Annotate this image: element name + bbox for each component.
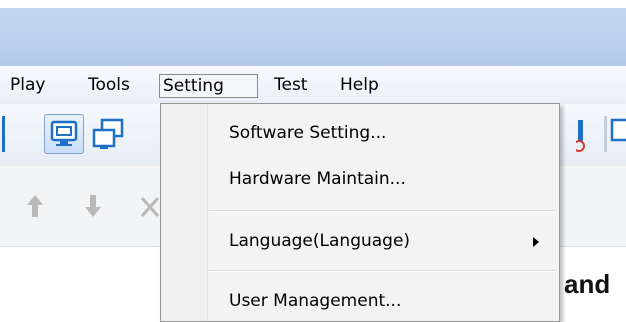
window-button[interactable]: [88, 114, 128, 154]
title-bar: [0, 0, 626, 66]
display-icon: [50, 120, 78, 146]
toolbar-separator-icon: [604, 116, 607, 152]
menu-item-language-label: Language(Language): [229, 231, 411, 251]
menu-tools[interactable]: Tools: [84, 74, 134, 98]
stop-icon: [573, 120, 585, 152]
config-icon: [610, 118, 626, 142]
menu-item-software-setting[interactable]: Software Setting...: [207, 116, 559, 150]
menu-play[interactable]: Play: [6, 74, 49, 98]
menu-setting[interactable]: Setting: [159, 74, 258, 98]
stop-button[interactable]: [573, 118, 598, 152]
separator-icon: [2, 116, 5, 152]
window-icon: [92, 118, 124, 149]
menu-item-user-management[interactable]: User Management...: [207, 284, 559, 318]
display-button[interactable]: [44, 114, 84, 154]
window-top-edge: [0, 0, 626, 8]
menu-bar: Play Tools Setting Test Help: [0, 66, 626, 105]
menu-test[interactable]: Test: [270, 74, 311, 98]
content-heading: and: [564, 269, 611, 299]
menu-separator: [209, 270, 555, 272]
setting-dropdown-menu: Software Setting... Hardware Maintain...…: [160, 103, 560, 322]
arrow-up-icon[interactable]: [26, 194, 44, 218]
menu-separator: [209, 210, 555, 212]
submenu-arrow-icon: [533, 237, 539, 247]
config-button[interactable]: [610, 116, 626, 152]
menu-item-language[interactable]: Language(Language): [207, 224, 559, 258]
close-icon[interactable]: [140, 196, 160, 218]
menu-item-hardware-maintain[interactable]: Hardware Maintain...: [207, 162, 559, 196]
arrow-down-icon[interactable]: [84, 194, 102, 218]
menu-help[interactable]: Help: [336, 74, 383, 98]
menu-icon-column: [161, 104, 208, 321]
